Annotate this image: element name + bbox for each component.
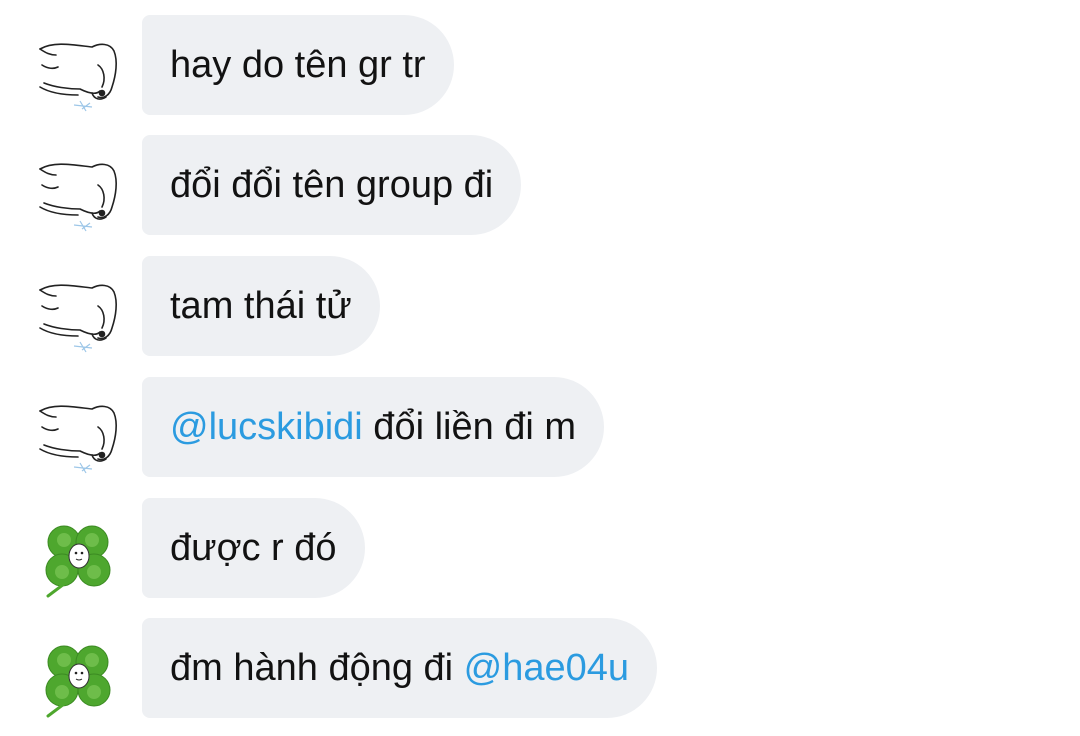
elephant-sketch-icon[interactable] — [34, 397, 122, 477]
clover-icon[interactable] — [34, 638, 122, 718]
message-text: được r đó — [170, 526, 337, 569]
chat-thread: hay do tên gr tr đổi đổi tên group đi ta… — [0, 0, 1080, 736]
message-bubble[interactable]: tam thái tử — [142, 256, 380, 356]
message-text: đổi đổi tên group đi — [170, 163, 494, 206]
message-text: đm hành động đi — [170, 646, 464, 689]
message-text: hay do tên gr tr — [170, 43, 426, 86]
message-text: đổi liền đi m — [362, 405, 577, 448]
elephant-sketch-icon[interactable] — [34, 155, 122, 235]
message-row: tam thái tử — [0, 256, 1080, 356]
message-bubble[interactable]: hay do tên gr tr — [142, 15, 454, 115]
mention-link[interactable]: @lucskibidi — [170, 406, 363, 449]
message-bubble[interactable]: @lucskibidi đổi liền đi m — [142, 377, 605, 477]
elephant-sketch-icon[interactable] — [34, 276, 122, 356]
message-row: đm hành động đi @hae04u — [0, 618, 1080, 718]
message-row: được r đó — [0, 498, 1080, 598]
message-row: @lucskibidi đổi liền đi m — [0, 377, 1080, 477]
message-row: đổi đổi tên group đi — [0, 135, 1080, 235]
mention-link[interactable]: @hae04u — [464, 647, 629, 690]
message-bubble[interactable]: được r đó — [142, 498, 365, 598]
message-text: tam thái tử — [170, 284, 352, 327]
clover-icon[interactable] — [34, 518, 122, 598]
elephant-sketch-icon[interactable] — [34, 35, 122, 115]
message-row: hay do tên gr tr — [0, 15, 1080, 115]
message-bubble[interactable]: đổi đổi tên group đi — [142, 135, 522, 235]
message-bubble[interactable]: đm hành động đi @hae04u — [142, 618, 658, 718]
